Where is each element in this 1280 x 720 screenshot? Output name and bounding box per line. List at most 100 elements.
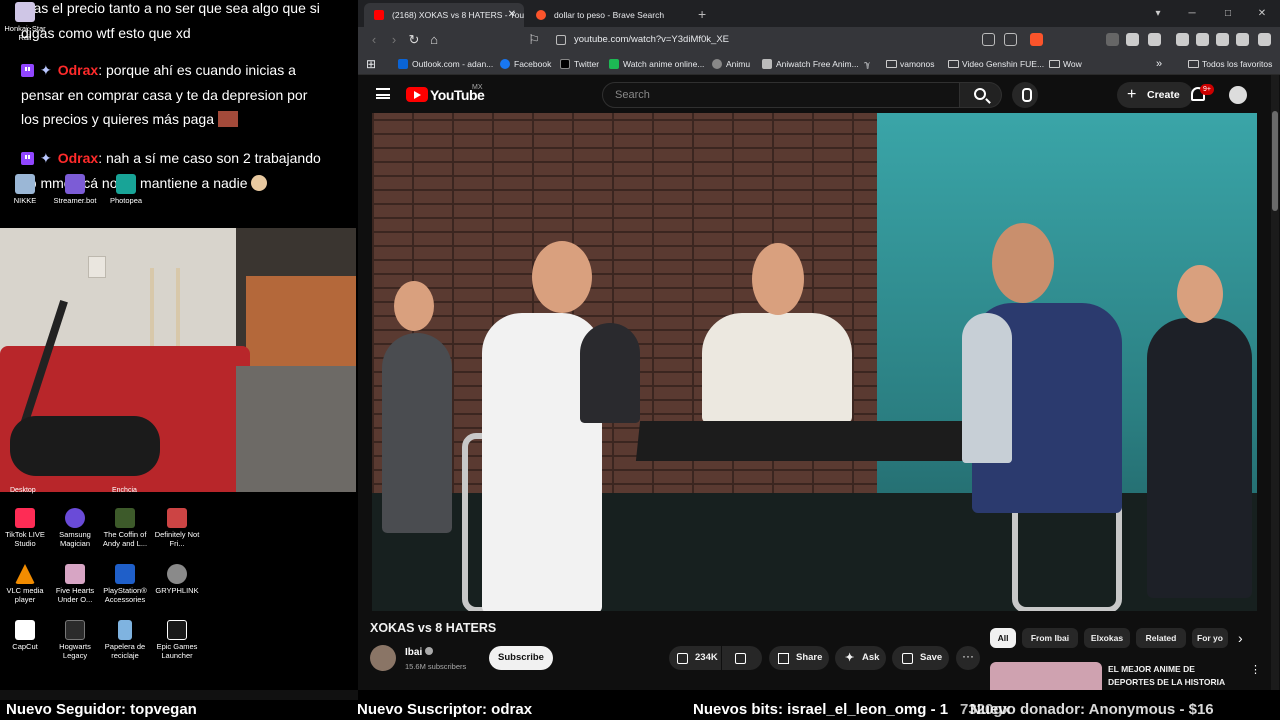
all-bookmarks-folder[interactable]: Todos los favoritos xyxy=(1188,53,1272,75)
tab-brave-search[interactable]: dollar to peso - Brave Search xyxy=(526,3,691,27)
menu-icon[interactable] xyxy=(376,88,390,99)
extension-icon[interactable] xyxy=(1126,33,1139,46)
home-button[interactable]: ⌂ xyxy=(426,32,442,48)
desktop-icon[interactable]: Papelera de reciclaje xyxy=(100,620,150,660)
search-input[interactable]: Search xyxy=(602,82,960,108)
vpn-icon[interactable] xyxy=(1236,33,1249,46)
bookmark-folder-genshin[interactable]: Video Genshin FUE... xyxy=(948,53,1044,75)
desktop-icon[interactable]: NIKKE xyxy=(0,174,50,205)
desktop-icon[interactable]: Epic Games Launcher xyxy=(152,620,202,660)
back-button[interactable]: ‹ xyxy=(366,32,382,48)
site-info-icon[interactable] xyxy=(556,35,566,45)
forward-button[interactable]: › xyxy=(386,32,402,48)
ask-button[interactable]: ✦ Ask xyxy=(835,646,886,670)
app-icon xyxy=(65,174,85,194)
bookmark-facebook[interactable]: Facebook xyxy=(500,53,551,75)
bookmark-twitter[interactable]: Twitter xyxy=(560,53,599,75)
apps-icon[interactable]: ⊞ xyxy=(366,53,376,75)
youtube-favicon xyxy=(374,10,384,20)
desktop-icon[interactable]: PlayStation® Accessories xyxy=(100,564,150,604)
chevron-right-icon[interactable]: › xyxy=(1238,630,1243,646)
more-vertical-icon[interactable]: ⋮ xyxy=(1250,663,1261,676)
maximize-button[interactable]: □ xyxy=(1210,0,1246,27)
tab-title: dollar to peso - Brave Search xyxy=(554,10,665,20)
cast-icon[interactable] xyxy=(982,33,995,46)
desktop-icon[interactable]: The Coffin of Andy and L... xyxy=(100,508,150,548)
close-window-button[interactable]: ✕ xyxy=(1244,0,1280,27)
reload-button[interactable]: ↻ xyxy=(406,32,422,48)
bookmark-aniwatch[interactable]: Aniwatch Free Anim... xyxy=(762,53,859,75)
extension-icon[interactable] xyxy=(1148,33,1161,46)
folder-icon xyxy=(948,60,959,68)
new-tab-button[interactable]: + xyxy=(698,3,706,25)
recommended-thumbnail[interactable] xyxy=(990,662,1102,690)
desktop-icon[interactable]: Honkai: Star Rail xyxy=(0,2,50,42)
desktop-icon[interactable]: Samsung Magician xyxy=(50,508,100,548)
channel-avatar[interactable] xyxy=(370,645,396,671)
save-label: Save xyxy=(920,652,943,663)
tab-youtube[interactable]: (2168) XOKAS vs 8 HATERS - You ✕ xyxy=(364,3,524,27)
vlc-icon xyxy=(15,564,35,584)
wallet-icon[interactable] xyxy=(1196,33,1209,46)
extension-icon[interactable] xyxy=(1106,33,1119,46)
ai-sparkle-icon[interactable] xyxy=(1216,33,1229,46)
bookmark-folder-wow[interactable]: Wow xyxy=(1049,53,1082,75)
desktop-icon[interactable]: Streamer.bot xyxy=(50,174,100,205)
video-player[interactable] xyxy=(372,113,1257,611)
desktop-icon[interactable]: Definitely Not Fri... xyxy=(152,508,202,548)
bookmark-label: Wow xyxy=(1063,59,1082,69)
channel-name[interactable]: Ibai xyxy=(405,647,434,658)
tab-search-button[interactable]: ▾ xyxy=(1140,0,1176,27)
bookmark-extra[interactable]: ℽ xyxy=(864,53,870,75)
bookmark-label: Todos los favoritos xyxy=(1202,59,1273,69)
music-icon[interactable] xyxy=(1176,33,1189,46)
like-button[interactable]: 234K xyxy=(669,646,721,670)
bookmark-folder-vamonos[interactable]: vamonos xyxy=(886,53,935,75)
desktop-icon-label: The Coffin of Andy and L... xyxy=(102,530,148,548)
page-scrollbar[interactable] xyxy=(1271,75,1279,690)
minimize-button[interactable]: ─ xyxy=(1174,0,1210,27)
desktop-icon[interactable]: TikTok LIVE Studio xyxy=(0,508,50,548)
chip-from-ibai[interactable]: From Ibai xyxy=(1022,628,1078,648)
chip-for-you[interactable]: For yo xyxy=(1192,628,1228,648)
brave-shields-icon[interactable] xyxy=(1030,33,1043,46)
avatar[interactable] xyxy=(1229,86,1247,104)
bookmark-watch-anime[interactable]: Watch anime online... xyxy=(609,53,704,75)
url-field[interactable]: youtube.com/watch?v=Y3diMf0k_XE xyxy=(546,30,1046,50)
chip-related[interactable]: Related xyxy=(1136,628,1186,648)
video-person-head xyxy=(394,281,434,331)
bookmark-animu[interactable]: Animu xyxy=(712,53,750,75)
bookmark-icon[interactable]: ⚐ xyxy=(526,32,542,48)
desktop-icon[interactable]: GRYPHLINK xyxy=(152,564,202,595)
menu-icon[interactable] xyxy=(1258,33,1271,46)
desktop-icon[interactable]: Hogwarts Legacy xyxy=(50,620,100,660)
desktop-icon[interactable]: CapCut xyxy=(0,620,50,651)
create-button[interactable]: + Create xyxy=(1117,82,1193,108)
desktop-icon[interactable]: Five Hearts Under O... xyxy=(50,564,100,604)
desktop-icon[interactable]: Photopea xyxy=(101,174,151,205)
bookmark-outlook[interactable]: Outlook.com - adan... xyxy=(398,53,493,75)
subscribe-button[interactable]: Subscribe xyxy=(489,646,553,670)
bookmarks-overflow-button[interactable]: » xyxy=(1156,53,1162,75)
outlook-icon xyxy=(398,59,408,69)
close-icon[interactable]: ✕ xyxy=(508,3,516,27)
share-button[interactable]: Share xyxy=(769,646,829,670)
recommended-title[interactable]: EL MEJOR ANIME DE DEPORTES DE LA HISTORI… xyxy=(1108,663,1238,689)
save-button[interactable]: Save xyxy=(892,646,949,670)
dislike-button[interactable] xyxy=(722,646,762,670)
chip-elxokas[interactable]: Elxokas xyxy=(1084,628,1130,648)
search-button[interactable] xyxy=(960,82,1002,108)
voice-search-button[interactable] xyxy=(1012,82,1038,108)
share-icon[interactable] xyxy=(1004,33,1017,46)
ticker-subscriber: Nuevo Suscriptor: odrax xyxy=(357,701,533,718)
scrollbar-thumb[interactable] xyxy=(1272,111,1278,211)
more-actions-button[interactable]: ··· xyxy=(956,646,980,670)
tab-strip: (2168) XOKAS vs 8 HATERS - You ✕ dollar … xyxy=(358,0,1280,27)
stream-chat: aras el precio tanto a no ser que sea al… xyxy=(0,0,358,228)
chat-username: Odrax xyxy=(57,62,99,78)
browser-window: (2168) XOKAS vs 8 HATERS - You ✕ dollar … xyxy=(358,0,1280,690)
chip-all[interactable]: All xyxy=(990,628,1016,648)
desktop-icon[interactable]: VLC media player xyxy=(0,564,50,604)
desktop-icon-label: Papelera de reciclaje xyxy=(104,642,146,660)
video-person-head xyxy=(752,243,804,315)
